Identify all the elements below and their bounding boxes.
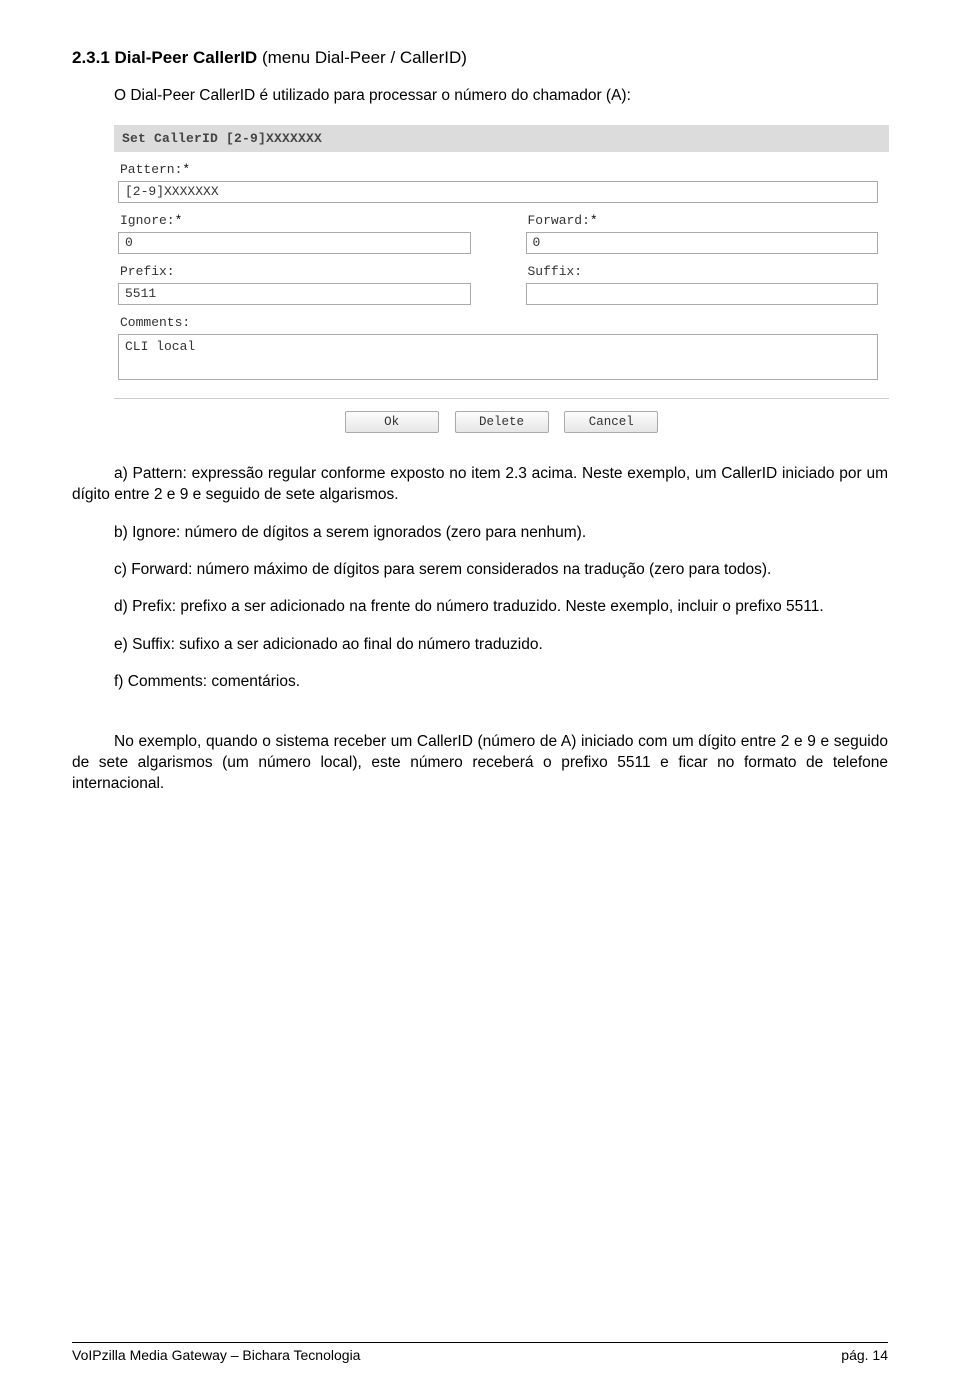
prefix-input[interactable] — [118, 283, 471, 305]
form-divider — [114, 398, 889, 399]
prefix-label: Prefix: — [114, 264, 482, 283]
heading-paren: (menu Dial-Peer / CallerID) — [262, 48, 467, 67]
para-c: c) Forward: número máximo de dígitos par… — [72, 559, 888, 580]
comments-input[interactable] — [118, 334, 878, 380]
para-example: No exemplo, quando o sistema receber um … — [72, 731, 888, 795]
delete-button[interactable]: Delete — [455, 411, 549, 433]
form-button-row: Ok Delete Cancel — [114, 409, 889, 439]
suffix-input[interactable] — [526, 283, 879, 305]
forward-input[interactable] — [526, 232, 879, 254]
label-text: Forward: — [528, 213, 590, 228]
form-title: Set CallerID [2-9]XXXXXXX — [114, 125, 889, 152]
comments-label: Comments: — [114, 315, 889, 334]
pattern-input[interactable] — [118, 181, 878, 203]
form-body: Pattern:* Ignore:* Forward:* — [114, 152, 889, 439]
footer-right: pág. 14 — [841, 1347, 888, 1363]
heading-title: 2.3.1 Dial-Peer CallerID — [72, 48, 257, 67]
required-mark: * — [175, 213, 183, 228]
intro-text: O Dial-Peer CallerID é utilizado para pr… — [114, 86, 888, 107]
ignore-input[interactable] — [118, 232, 471, 254]
required-mark: * — [590, 213, 598, 228]
pattern-label: Pattern:* — [114, 162, 889, 181]
ignore-label: Ignore:* — [114, 213, 482, 232]
para-b: b) Ignore: número de dígitos a serem ign… — [114, 522, 888, 543]
para-f: f) Comments: comentários. — [114, 671, 888, 692]
label-text: Ignore: — [120, 213, 175, 228]
para-a: a) Pattern: expressão regular conforme e… — [72, 463, 888, 506]
required-mark: * — [182, 162, 190, 177]
cancel-button[interactable]: Cancel — [564, 411, 658, 433]
para-d: d) Prefix: prefixo a ser adicionado na f… — [72, 596, 888, 617]
label-text: Pattern: — [120, 162, 182, 177]
page: 2.3.1 Dial-Peer CallerID (menu Dial-Peer… — [0, 0, 960, 1391]
section-heading: 2.3.1 Dial-Peer CallerID (menu Dial-Peer… — [72, 48, 888, 68]
para-e: e) Suffix: sufixo a ser adicionado ao fi… — [114, 634, 888, 655]
forward-label: Forward:* — [522, 213, 890, 232]
ok-button[interactable]: Ok — [345, 411, 439, 433]
footer-rule — [72, 1342, 888, 1343]
form-screenshot: Set CallerID [2-9]XXXXXXX Pattern:* Igno… — [114, 125, 889, 439]
page-footer: VoIPzilla Media Gateway – Bichara Tecnol… — [72, 1342, 888, 1363]
suffix-label: Suffix: — [522, 264, 890, 283]
footer-left: VoIPzilla Media Gateway – Bichara Tecnol… — [72, 1347, 360, 1363]
